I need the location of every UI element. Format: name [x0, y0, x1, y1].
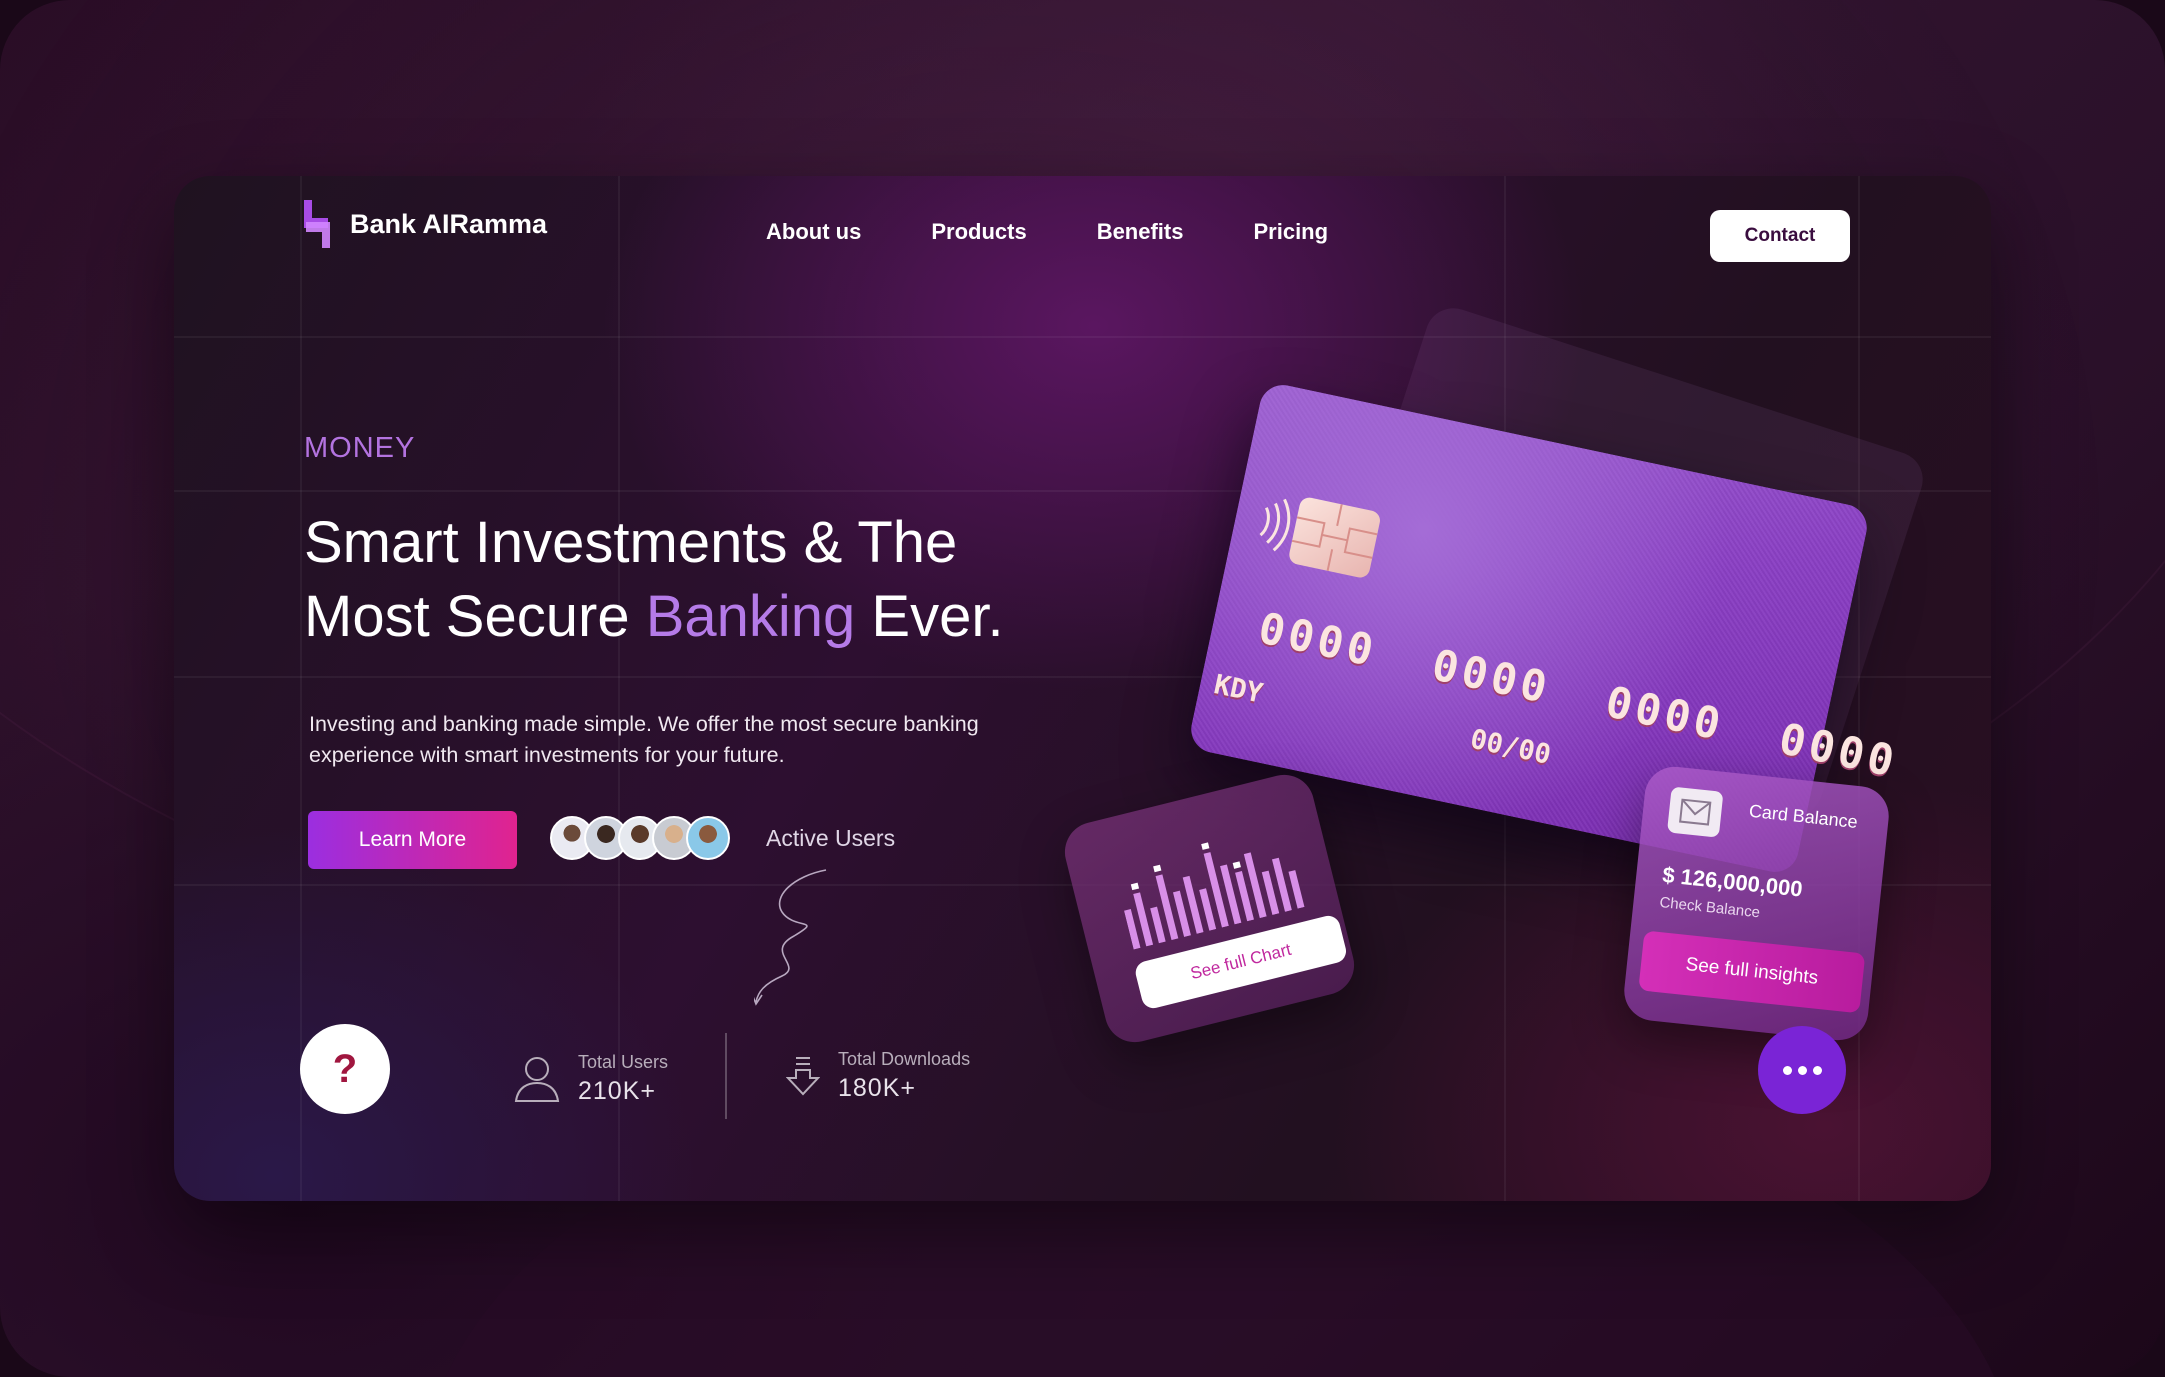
check-balance-label: Check Balance [1658, 893, 1761, 922]
mail-icon [1666, 786, 1724, 838]
stat-text: Total Downloads 180K+ [838, 1049, 970, 1103]
hero-subtext: Investing and banking made simple. We of… [309, 712, 979, 767]
hero-panel: Bank AIRamma About us Products Benefits … [174, 176, 1991, 1201]
headline-line2-suffix: Ever. [855, 584, 1004, 649]
logo-icon [300, 198, 334, 250]
main-nav: About us Products Benefits Pricing [766, 219, 1398, 245]
grid-line [300, 176, 302, 1201]
stat-total-downloads: Total Downloads 180K+ [786, 1049, 970, 1103]
download-icon [786, 1057, 820, 1096]
card-expiry: 00/00 [1467, 723, 1554, 771]
user-icon [514, 1057, 560, 1102]
avatar-group [550, 816, 736, 862]
stats-divider [725, 1033, 727, 1119]
nav-pricing[interactable]: Pricing [1253, 219, 1328, 245]
headline-line1: Smart Investments & The [304, 510, 958, 575]
hero-eyebrow: MONEY [304, 432, 416, 464]
squiggle-arrow-icon [754, 869, 827, 1006]
brand-logo[interactable]: Bank AIRamma [300, 198, 547, 250]
card-balance-widget: Card Balance $ 126,000,000 Check Balance… [1621, 763, 1892, 1044]
stat-total-users: Total Users 210K+ [514, 1052, 668, 1106]
card-holder: KDY [1211, 669, 1266, 710]
grid-line [174, 336, 1991, 338]
headline-accent: Banking [645, 584, 856, 649]
stat-value: 210K+ [578, 1077, 656, 1105]
brand-name: Bank AIRamma [350, 208, 548, 239]
headline-line2-prefix: Most Secure [304, 584, 646, 649]
grid-line [618, 176, 620, 1201]
help-button[interactable]: ? [300, 1024, 390, 1114]
hero-headline: Smart Investments & The Most Secure Bank… [304, 506, 1204, 654]
stat-value: 180K+ [838, 1074, 916, 1102]
grid-line [1858, 176, 1860, 1201]
nav-about-us[interactable]: About us [766, 219, 861, 245]
contact-button[interactable]: Contact [1710, 210, 1850, 262]
nav-benefits[interactable]: Benefits [1097, 219, 1184, 245]
nav-products[interactable]: Products [931, 219, 1026, 245]
balance-title: Card Balance [1748, 800, 1859, 833]
dot-icon [1812, 1065, 1822, 1075]
stat-label: Total Downloads [838, 1049, 971, 1069]
chart-widget: See full Chart [1058, 768, 1361, 1049]
more-options-button[interactable] [1758, 1026, 1846, 1114]
active-users-label: Active Users [766, 825, 896, 851]
see-full-insights-button[interactable]: See full insights [1638, 930, 1866, 1014]
stat-text: Total Users 210K+ [578, 1052, 668, 1106]
card-chip [1287, 495, 1382, 580]
dot-icon [1797, 1065, 1807, 1075]
avatar [686, 816, 730, 860]
learn-more-button[interactable]: Learn More [308, 811, 517, 869]
card-number: 0000 0000 0000 0000 [1254, 603, 1903, 788]
dot-icon [1782, 1065, 1792, 1075]
card-showcase: 0000 0000 0000 0000 KDY 00/00 See full C… [174, 176, 1991, 1201]
stat-label: Total Users [578, 1052, 669, 1072]
